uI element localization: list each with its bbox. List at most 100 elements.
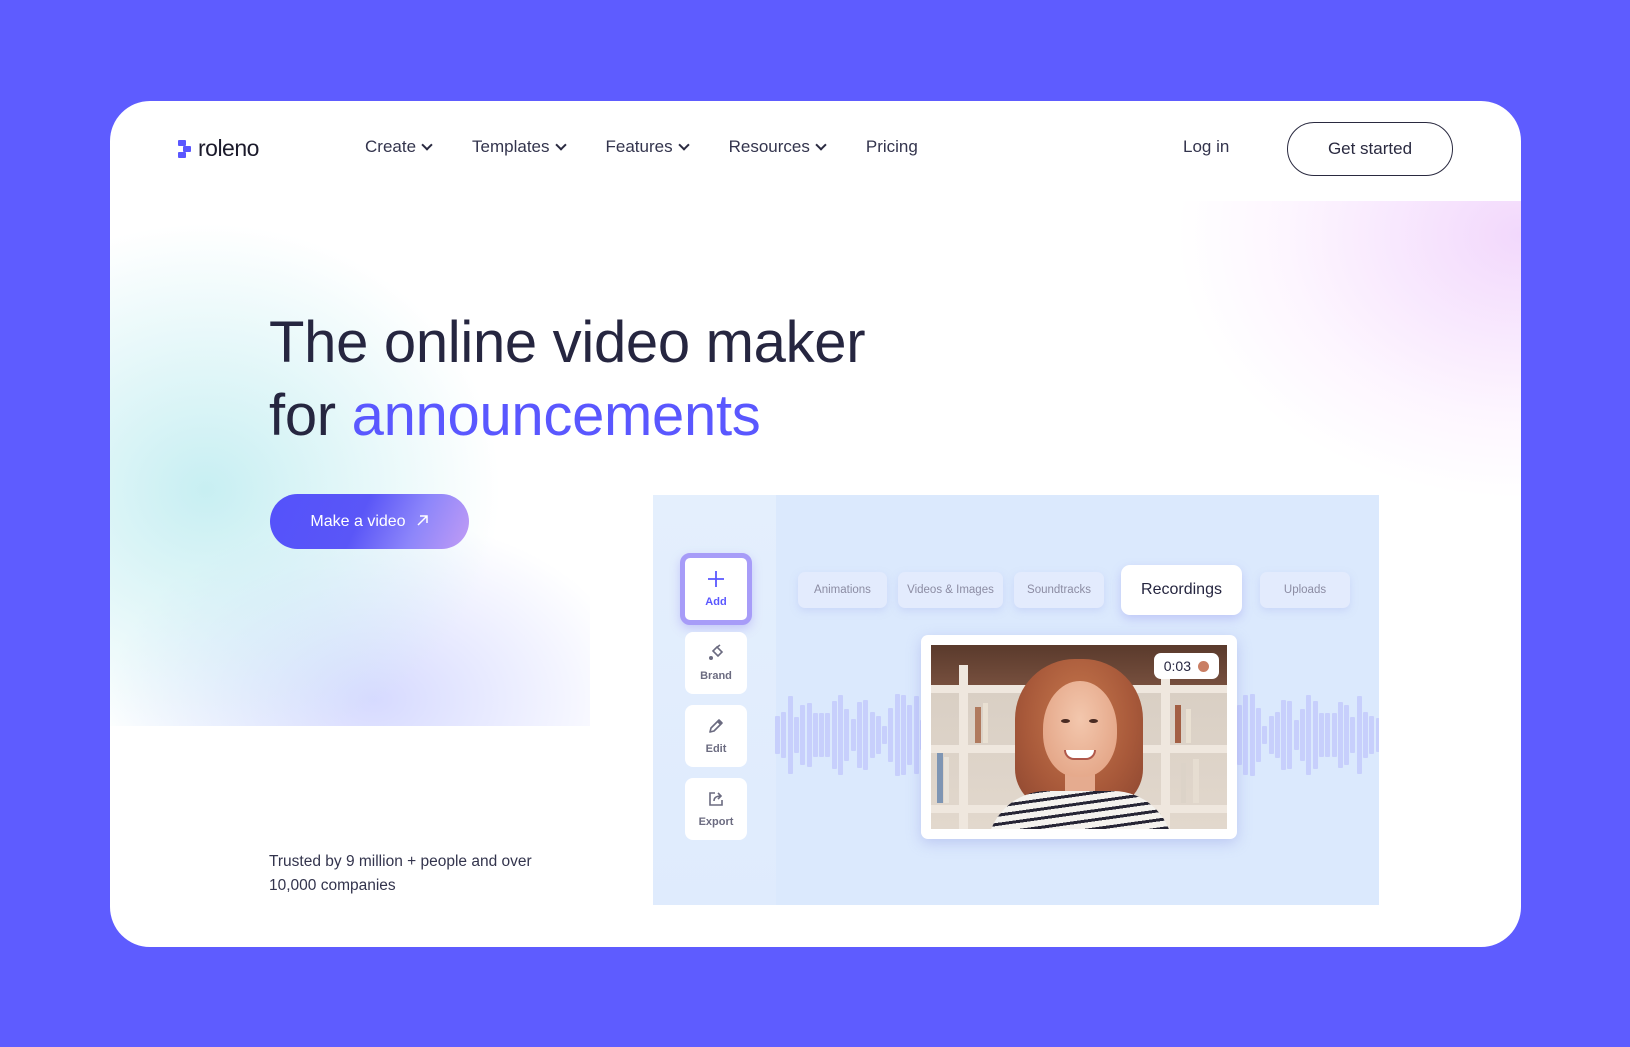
nav-item-features[interactable]: Features	[605, 137, 690, 157]
waveform-bar	[1350, 717, 1356, 753]
get-started-button[interactable]: Get started	[1287, 122, 1453, 176]
tab-animations[interactable]: Animations	[798, 572, 887, 608]
background-glow-right	[1101, 201, 1521, 541]
chevron-down-icon	[815, 139, 827, 151]
waveform-bar	[856, 702, 862, 768]
waveform-bar	[781, 712, 787, 758]
recording-preview[interactable]: 0:03	[921, 635, 1237, 839]
waveform-bar	[787, 696, 793, 774]
chevron-down-icon	[677, 139, 690, 151]
headline-accent-word: announcements	[351, 383, 761, 448]
brand-logo[interactable]: roleno	[178, 135, 259, 162]
waveform-bar	[1369, 716, 1375, 754]
tool-label: Brand	[700, 670, 732, 682]
tool-export[interactable]: Export	[685, 778, 747, 840]
waveform-bar	[1306, 695, 1312, 775]
headline-line-2-prefix: for	[269, 383, 336, 448]
waveform-bar	[875, 716, 881, 754]
logo-mark-icon	[178, 139, 194, 159]
recording-timer: 0:03	[1153, 653, 1219, 679]
logo-wordmark: roleno	[198, 135, 259, 161]
tab-uploads[interactable]: Uploads	[1260, 572, 1350, 608]
tab-recordings[interactable]: Recordings	[1121, 565, 1242, 615]
timer-value: 0:03	[1163, 658, 1191, 674]
waveform-bar	[819, 713, 825, 757]
waveform-bar	[863, 700, 869, 770]
waveform-bar	[869, 712, 875, 758]
waveform-bar	[838, 695, 843, 775]
make-video-button[interactable]: Make a video	[270, 494, 469, 549]
tool-label: Add	[705, 596, 727, 608]
waveform-bar	[812, 713, 818, 757]
webcam-video: 0:03	[931, 645, 1227, 829]
audio-waveform-left	[775, 694, 925, 776]
nav-item-pricing[interactable]: Pricing	[866, 137, 918, 157]
nav-links: Create Templates Features Resources Pric…	[365, 137, 959, 157]
top-navigation: roleno Create Templates Features Resourc…	[110, 101, 1521, 201]
chevron-down-icon	[421, 139, 433, 151]
waveform-bar	[1249, 694, 1255, 776]
waveform-bar	[800, 705, 806, 765]
hero-headline: The online video maker for announcements	[269, 306, 866, 452]
waveform-bar	[1287, 701, 1293, 769]
tab-soundtracks[interactable]: Soundtracks	[1014, 572, 1104, 608]
waveform-bar	[793, 717, 799, 753]
waveform-bar	[913, 696, 919, 774]
plus-icon	[707, 570, 725, 593]
headline-line-1: The online video maker	[269, 310, 866, 375]
login-link[interactable]: Log in	[1183, 137, 1229, 157]
nav-item-create[interactable]: Create	[365, 137, 433, 157]
nav-item-resources[interactable]: Resources	[728, 137, 827, 157]
recording-dot-icon	[1198, 660, 1209, 672]
waveform-bar	[888, 708, 894, 762]
waveform-bar	[1293, 720, 1299, 750]
waveform-bar	[1243, 695, 1249, 775]
export-icon	[707, 790, 725, 813]
waveform-bar	[1375, 718, 1379, 752]
arrow-up-right-icon	[416, 512, 429, 532]
waveform-bar	[844, 709, 850, 761]
tool-brand[interactable]: Brand	[685, 632, 747, 694]
waveform-bar	[1344, 705, 1350, 765]
waveform-bar	[831, 701, 837, 769]
waveform-bar	[901, 695, 906, 775]
tool-add[interactable]: Add	[680, 553, 752, 625]
waveform-bar	[894, 694, 900, 776]
chevron-down-icon	[554, 139, 567, 151]
waveform-bar	[1237, 705, 1242, 765]
nav-item-label: Create	[365, 137, 417, 156]
waveform-bar	[1325, 713, 1331, 757]
waveform-bar	[1268, 716, 1274, 754]
waveform-bar	[775, 716, 780, 754]
waveform-bar	[1281, 700, 1287, 770]
nav-item-templates[interactable]: Templates	[472, 137, 567, 157]
nav-item-label: Features	[605, 137, 673, 156]
waveform-bar	[806, 703, 812, 767]
nav-item-label: Resources	[728, 137, 810, 156]
waveform-bar	[907, 705, 913, 765]
tool-edit[interactable]: Edit	[685, 705, 747, 767]
waveform-bar	[1331, 713, 1337, 757]
nav-item-label: Templates	[472, 137, 550, 156]
landing-card: roleno Create Templates Features Resourc…	[110, 101, 1521, 947]
waveform-bar	[1363, 712, 1368, 758]
waveform-bar	[1318, 713, 1324, 757]
editor-preview: Add Brand Edit Export Animations Videos …	[653, 495, 1379, 905]
waveform-bar	[1300, 709, 1305, 761]
nav-item-label: Pricing	[865, 137, 918, 156]
tab-videos-images[interactable]: Videos & Images	[898, 572, 1003, 608]
waveform-bar	[1255, 708, 1261, 762]
waveform-bar	[1262, 726, 1268, 744]
make-video-label: Make a video	[310, 512, 406, 530]
waveform-bar	[1356, 696, 1362, 774]
background-glow-left	[110, 201, 590, 726]
waveform-bar	[850, 719, 856, 751]
pencil-icon	[707, 717, 725, 740]
waveform-bar	[825, 713, 831, 757]
trust-statement: Trusted by 9 million + people and over 1…	[269, 853, 532, 894]
tool-label: Export	[698, 816, 734, 828]
tool-label: Edit	[705, 743, 727, 755]
waveform-bar	[882, 726, 888, 744]
paint-bucket-icon	[707, 644, 725, 667]
waveform-bar	[1274, 712, 1280, 758]
